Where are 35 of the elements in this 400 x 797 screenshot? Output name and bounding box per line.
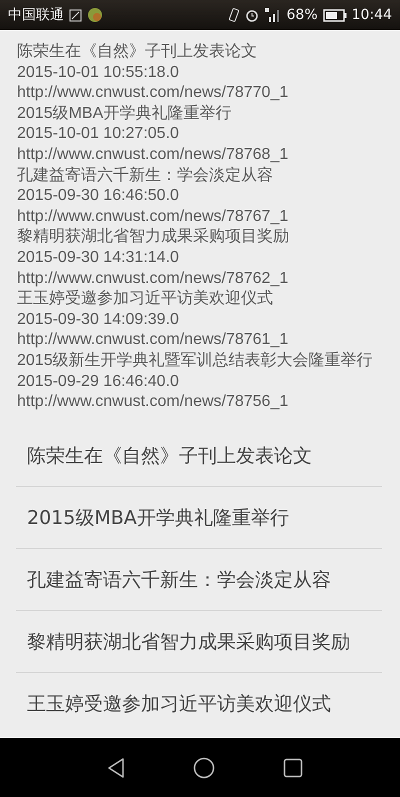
log-line: http://www.cnwust.com/news/78762_1 <box>17 268 290 289</box>
news-list-item[interactable]: 2015级MBA开学典礼隆重举行 <box>16 487 382 549</box>
clock-time: 10:44 <box>352 7 392 23</box>
image-icon <box>69 8 82 22</box>
carrier-name: 中国联通 <box>8 6 64 24</box>
back-icon[interactable] <box>107 756 125 778</box>
log-line: 2015-10-01 10:55:18.0 <box>17 62 180 83</box>
signal-icon <box>264 7 282 23</box>
log-line: 2015-09-30 14:09:39.0 <box>17 310 180 330</box>
log-line: 2015级MBA开学典礼隆重举行 <box>17 104 232 124</box>
log-line: 2015-10-01 10:27:05.0 <box>17 124 180 144</box>
log-line: 2015级新生开学典礼暨军训总结表彰大会隆重举行 <box>17 350 374 371</box>
log-line: http://www.cnwust.com/news/78768_1 <box>17 144 290 165</box>
log-line: 2015-09-30 14:31:14.0 <box>17 248 180 268</box>
log-line: 黎精明获湖北省智力成果采购项目奖励 <box>17 227 290 248</box>
recents-icon[interactable] <box>283 758 303 778</box>
app-icon <box>87 7 103 23</box>
log-line: 2015-09-30 16:46:50.0 <box>17 186 180 206</box>
news-list-item[interactable]: 王玉婷受邀参加习近平访美欢迎仪式 <box>16 673 382 734</box>
log-line: http://www.cnwust.com/news/78767_1 <box>17 206 290 227</box>
alarm-icon <box>244 8 259 22</box>
log-line: 孔建益寄语六千新生：学会淡定从容 <box>17 166 274 186</box>
log-line: 陈荣生在《自然》子刊上发表论文 <box>17 42 258 62</box>
log-line: http://www.cnwust.com/news/78770_1 <box>17 83 290 104</box>
news-list-item[interactable]: 孔建益寄语六千新生：学会淡定从容 <box>16 549 382 611</box>
log-line: 2015-09-29 16:46:40.0 <box>17 372 180 392</box>
battery-icon <box>322 8 347 22</box>
news-list-item[interactable]: 黎精明获湖北省智力成果采购项目奖励 <box>16 611 382 673</box>
vibrate-icon <box>228 8 240 22</box>
battery-percent: 68% <box>286 7 318 23</box>
log-line: http://www.cnwust.com/news/78756_1 <box>17 392 290 412</box>
log-line: 王玉婷受邀参加习近平访美欢迎仪式 <box>17 289 274 310</box>
home-icon[interactable] <box>193 756 215 778</box>
log-line: http://www.cnwust.com/news/78761_1 <box>17 330 290 350</box>
news-list-item[interactable]: 陈荣生在《自然》子刊上发表论文 <box>16 425 382 487</box>
